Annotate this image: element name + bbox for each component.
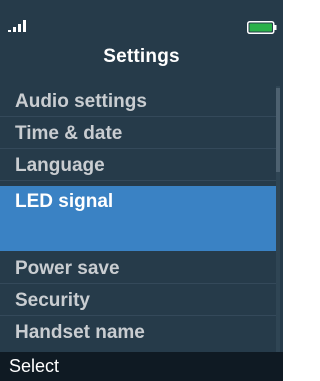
menu-scrollbar[interactable]	[276, 86, 280, 352]
menu-item-handset-name[interactable]: Handset name	[0, 317, 276, 350]
settings-menu: Audio settings Time & date Language LED …	[0, 86, 276, 352]
menu-item-label: Security	[15, 290, 90, 311]
menu-item-power-save[interactable]: Power save	[0, 253, 276, 284]
signal-strength-icon	[8, 20, 26, 32]
select-softkey[interactable]: Select	[9, 356, 59, 377]
scrollbar-thumb[interactable]	[276, 88, 280, 172]
page-title: Settings	[103, 46, 180, 67]
menu-item-label: Language	[15, 155, 105, 176]
menu-item-language[interactable]: Language	[0, 150, 276, 181]
softkey-bar: Select	[0, 352, 283, 381]
menu-item-time-date[interactable]: Time & date	[0, 118, 276, 149]
menu-item-label: Power save	[15, 258, 120, 279]
status-bar	[0, 0, 283, 36]
menu-item-label: Handset name	[15, 322, 145, 343]
menu-item-security[interactable]: Security	[0, 285, 276, 316]
menu-item-label: Time & date	[15, 123, 123, 144]
menu-item-audio-settings[interactable]: Audio settings	[0, 86, 276, 117]
battery-full-icon	[247, 21, 277, 34]
menu-item-label: LED signal	[15, 191, 114, 212]
menu-item-led-signal[interactable]: LED signal	[0, 186, 276, 251]
menu-item-label: Audio settings	[15, 91, 147, 112]
phone-screen: Settings Audio settings Time & date Lang…	[0, 0, 283, 381]
